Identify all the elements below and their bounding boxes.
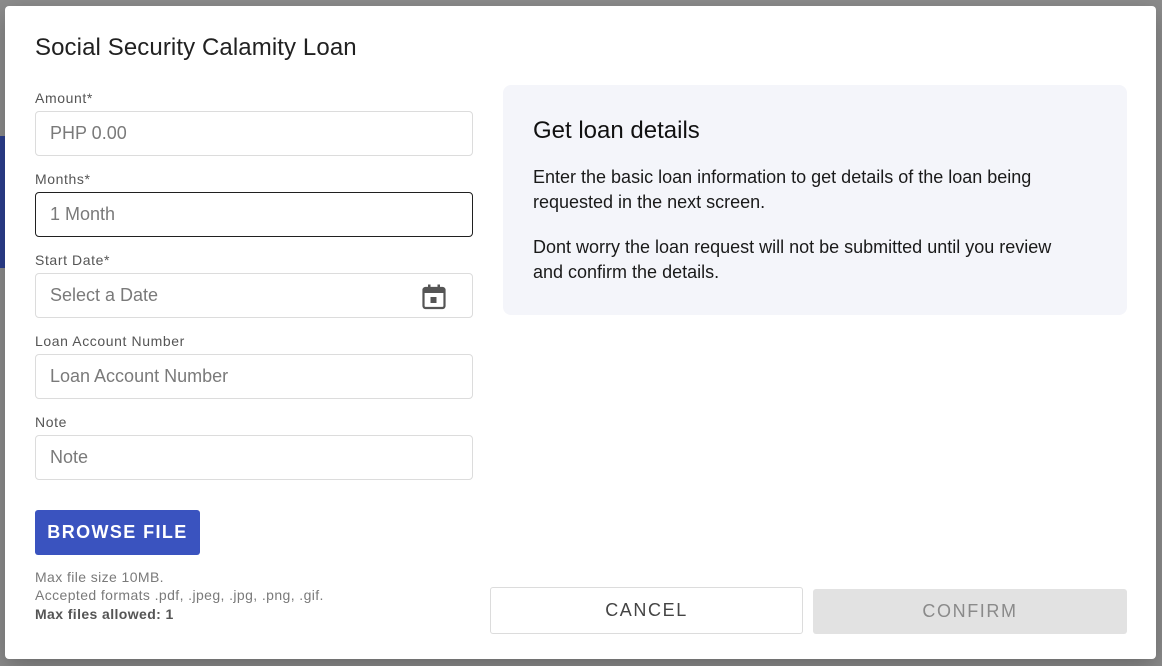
accepted-formats-hint: Accepted formats .pdf, .jpeg, .jpg, .png… — [35, 587, 324, 603]
amount-input[interactable] — [36, 112, 472, 155]
start-date-field-wrapper — [35, 273, 473, 318]
loan-account-number-field-wrapper — [35, 354, 473, 399]
note-input[interactable] — [36, 436, 472, 479]
months-input[interactable] — [36, 193, 472, 236]
info-heading: Get loan details — [533, 117, 700, 144]
months-label: Months* — [35, 171, 91, 187]
start-date-label: Start Date* — [35, 252, 111, 268]
start-date-input[interactable] — [36, 274, 472, 317]
info-paragraph-1: Enter the basic loan information to get … — [533, 167, 1032, 212]
max-files-hint: Max files allowed: 1 — [35, 606, 174, 622]
loan-account-number-input[interactable] — [36, 355, 472, 398]
browse-file-button[interactable]: BROWSE FILE — [35, 510, 200, 555]
loan-details-info-panel: Get loan details Enter the basic loan in… — [503, 85, 1127, 315]
amount-field-wrapper — [35, 111, 473, 156]
dialog-title: Social Security Calamity Loan — [35, 34, 357, 61]
info-paragraph-2: Dont worry the loan request will not be … — [533, 237, 1052, 282]
loan-account-number-label: Loan Account Number — [35, 333, 185, 349]
confirm-button[interactable]: CONFIRM — [813, 589, 1127, 634]
note-field-wrapper — [35, 435, 473, 480]
loan-dialog: Social Security Calamity Loan Amount* Mo… — [5, 6, 1156, 659]
calendar-icon[interactable] — [422, 284, 446, 310]
note-label: Note — [35, 414, 67, 430]
months-field-wrapper — [35, 192, 473, 237]
max-file-size-hint: Max file size 10MB. — [35, 569, 164, 585]
amount-label: Amount* — [35, 90, 93, 106]
cancel-button[interactable]: CANCEL — [490, 587, 803, 634]
